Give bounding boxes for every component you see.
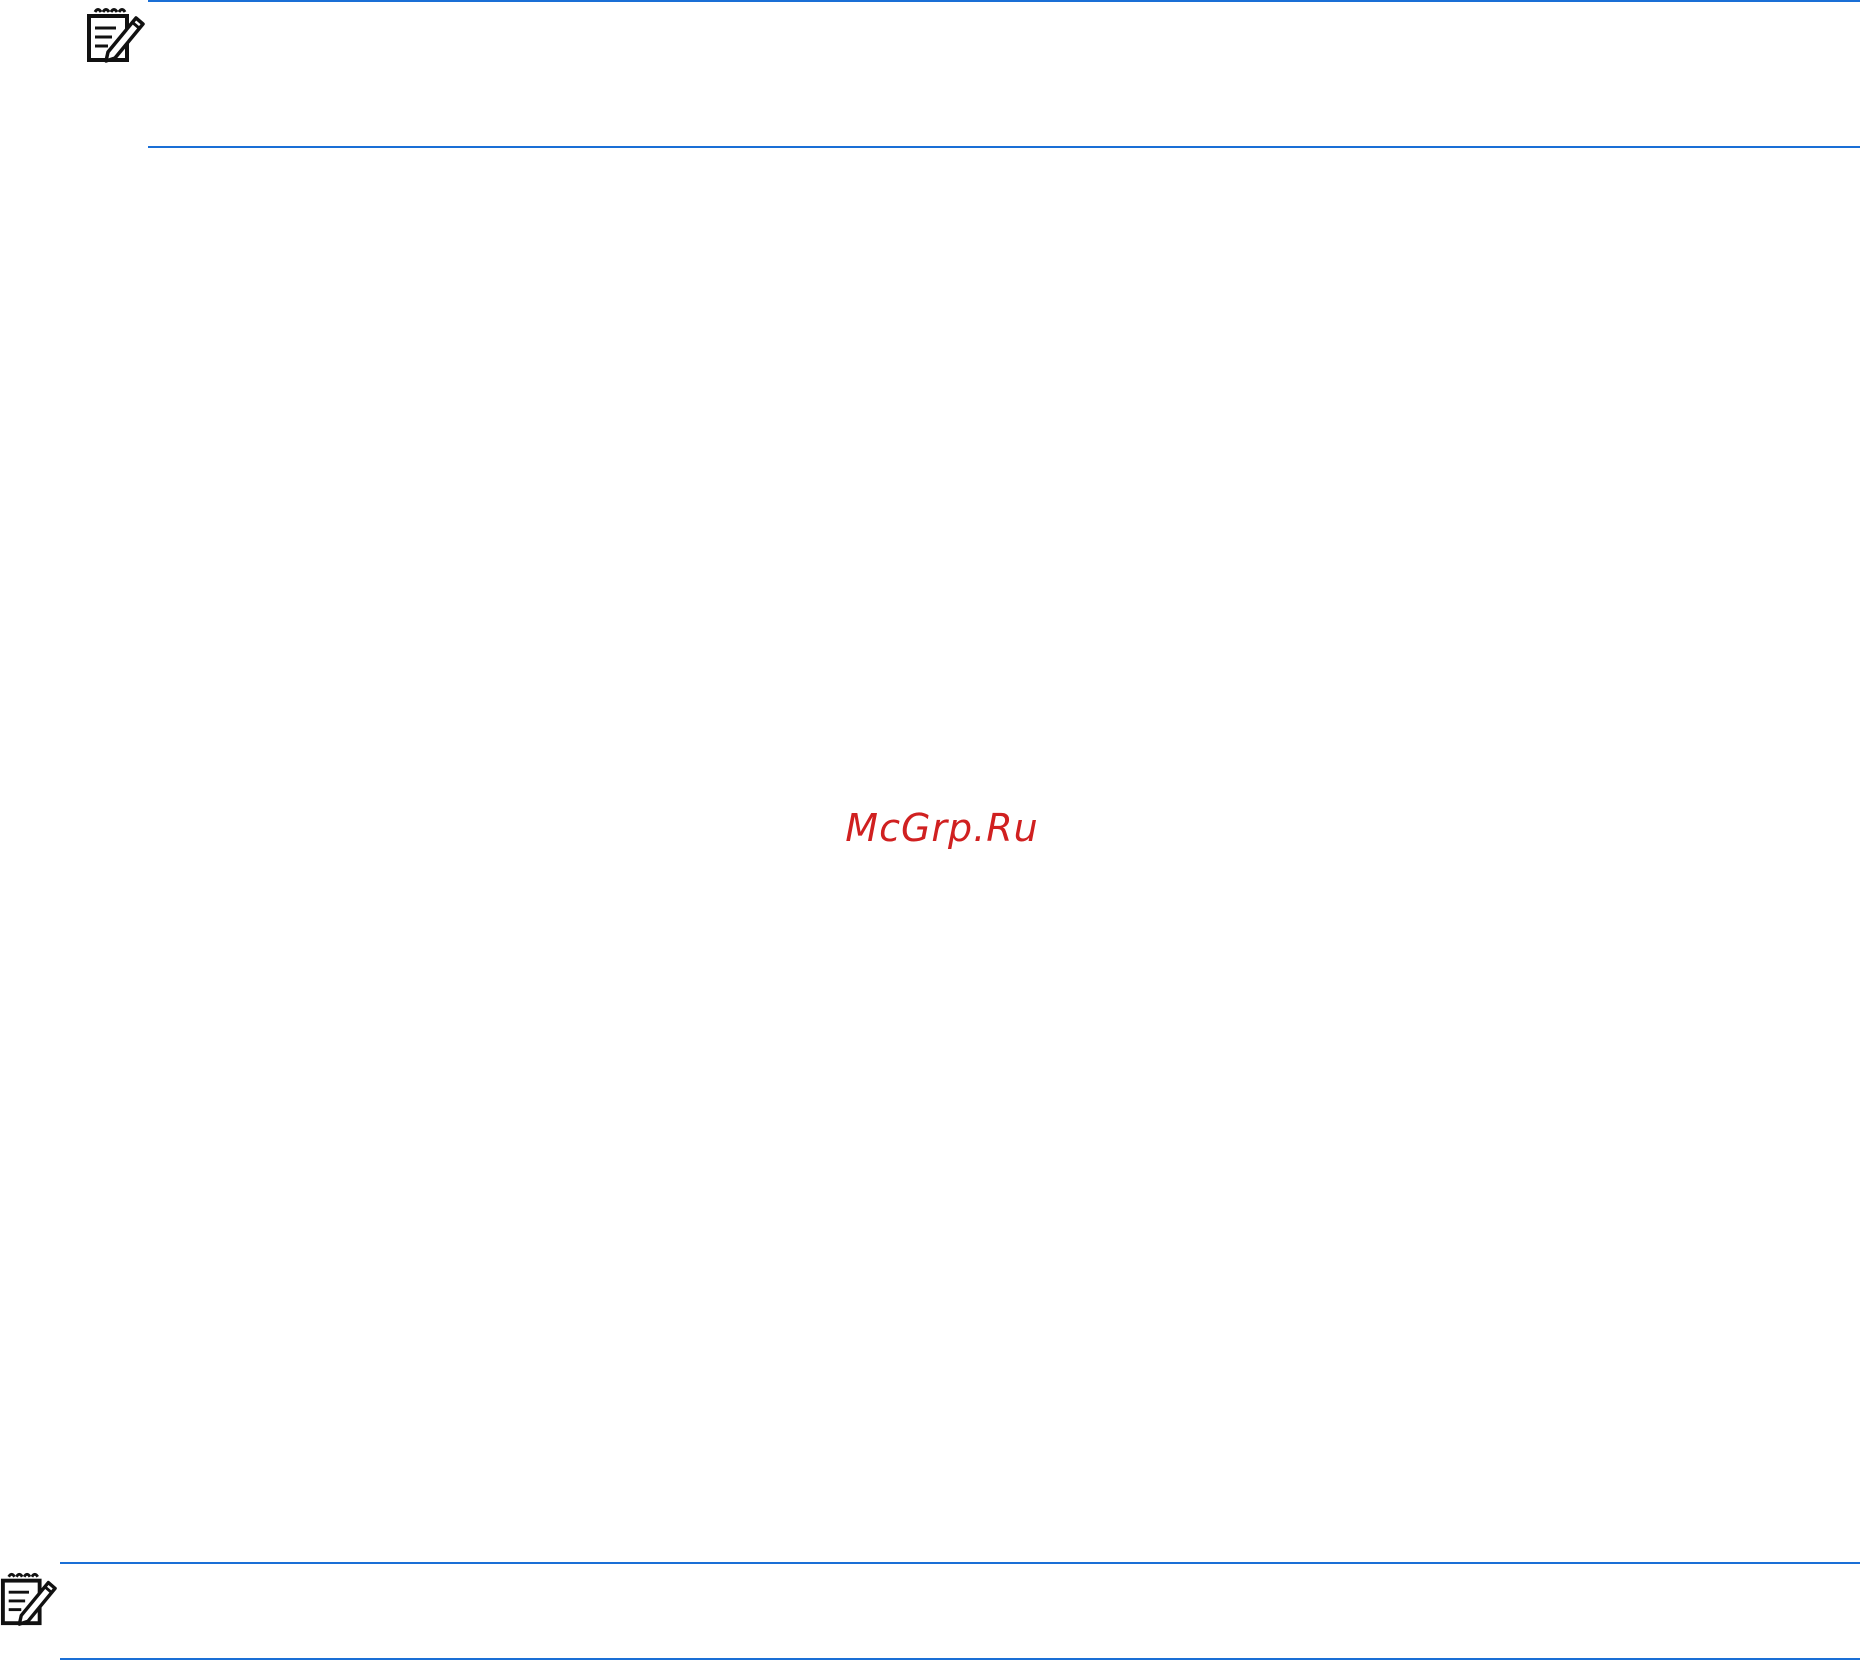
- note-pencil-icon: [86, 6, 146, 64]
- note-pencil-icon: [0, 1570, 58, 1628]
- note-callout-bottom: [0, 1560, 1860, 1662]
- note-bottom-rule: [60, 1658, 1860, 1660]
- watermark-text: McGrp.Ru: [845, 806, 1039, 850]
- note-callout-top: [0, 0, 1860, 150]
- note-top-rule: [148, 0, 1860, 2]
- note-bottom-rule: [148, 146, 1860, 148]
- note-top-rule: [60, 1562, 1860, 1564]
